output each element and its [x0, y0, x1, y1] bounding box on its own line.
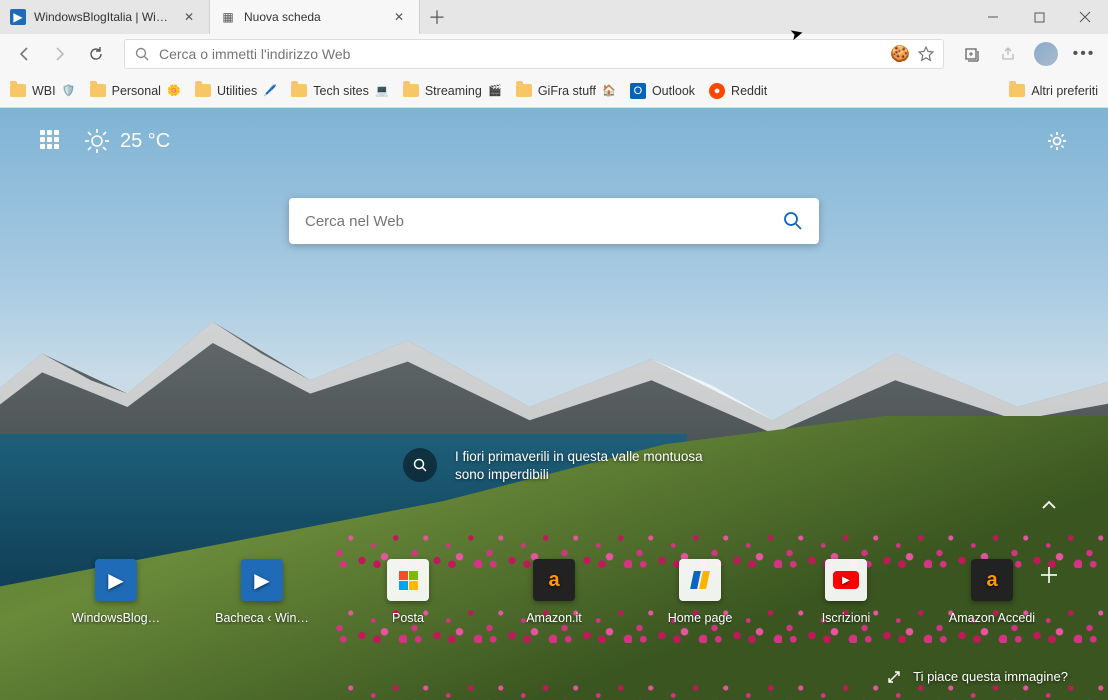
folder-icon — [90, 84, 106, 97]
tab-0[interactable]: ▶ WindowsBlogItalia | Windows, S… ✕ — [0, 0, 210, 34]
bookmark-label: Altri preferiti — [1031, 84, 1098, 98]
profile-avatar[interactable] — [1034, 42, 1058, 66]
bookmark-label: WBI — [32, 84, 56, 98]
bookmark-folder[interactable]: Personal 🌼 — [90, 84, 181, 98]
bookmarks-overflow[interactable]: Altri preferiti — [1009, 84, 1098, 98]
quick-link[interactable]: ▶ Bacheca ‹ Win… — [212, 559, 312, 625]
folder-icon — [1009, 84, 1025, 97]
bookmark-label: Outlook — [652, 84, 695, 98]
collections-button[interactable] — [956, 38, 988, 70]
nav-bar: 🍪 ••• — [0, 34, 1108, 74]
bookmark-deco-icon: 🌼 — [167, 84, 181, 98]
bookmark-folder[interactable]: WBI 🛡️ — [10, 84, 76, 98]
tile-label: Amazon Accedi — [949, 611, 1035, 625]
tile-label: Posta — [392, 611, 424, 625]
tile-label: WindowsBlog… — [72, 611, 160, 625]
bookmark-deco-icon: 🎬 — [488, 84, 502, 98]
bookmark-label: GiFra stuff — [538, 84, 596, 98]
bookmark-link[interactable]: O Outlook — [630, 83, 695, 99]
search-icon — [133, 45, 151, 63]
close-window-button[interactable] — [1062, 0, 1108, 34]
quick-link[interactable]: Posta — [358, 559, 458, 625]
tab-title: Nuova scheda — [244, 10, 384, 24]
bookmark-folder[interactable]: Utilities 🖊️ — [195, 84, 277, 98]
folder-icon — [516, 84, 532, 97]
quick-link[interactable]: a Amazon Accedi — [942, 559, 1042, 625]
maximize-button[interactable] — [1016, 0, 1062, 34]
quick-link[interactable]: Home page — [650, 559, 750, 625]
tab-favicon: ▶ — [10, 9, 26, 25]
image-feedback-text: Ti piace questa immagine? — [913, 669, 1068, 684]
bookmark-deco-icon: 🖊️ — [263, 84, 277, 98]
share-button[interactable] — [992, 38, 1024, 70]
tile-icon: a — [971, 559, 1013, 601]
add-tile-button[interactable] — [1034, 560, 1064, 590]
new-tab-button[interactable]: ＋ — [420, 0, 454, 34]
expand-icon — [887, 670, 901, 684]
bookmark-link[interactable]: ● Reddit — [709, 83, 767, 99]
bookmark-label: Streaming — [425, 84, 482, 98]
sun-icon — [84, 128, 110, 154]
search-icon — [403, 448, 437, 482]
title-bar: ▶ WindowsBlogItalia | Windows, S… ✕ ▦ Nu… — [0, 0, 1108, 34]
weather-widget[interactable]: 25 °C — [84, 128, 170, 154]
tile-icon: ▶ — [825, 559, 867, 601]
settings-gear-icon[interactable] — [1046, 130, 1068, 152]
tab-title: WindowsBlogItalia | Windows, S… — [34, 10, 174, 24]
folder-icon — [195, 84, 211, 97]
bookmark-label: Tech sites — [313, 84, 369, 98]
bookmark-deco-icon: 🛡️ — [62, 84, 76, 98]
quick-link[interactable]: ▶ Iscrizioni — [796, 559, 896, 625]
web-search-input[interactable] — [305, 213, 783, 230]
outlook-icon: O — [630, 83, 646, 99]
bookmark-label: Personal — [112, 84, 161, 98]
refresh-button[interactable] — [80, 38, 112, 70]
tile-icon — [387, 559, 429, 601]
tile-label: Iscrizioni — [822, 611, 871, 625]
bookmarks-bar: WBI🛡️ Personal🌼 Utilities🖊️ Tech sites💻 … — [0, 74, 1108, 108]
tile-icon: ▶ — [95, 559, 137, 601]
tile-icon: ▶ — [241, 559, 283, 601]
quick-link[interactable]: a Amazon.it — [504, 559, 604, 625]
tile-label: Bacheca ‹ Win… — [215, 611, 309, 625]
tile-icon — [679, 559, 721, 601]
weather-temp: 25 °C — [120, 130, 170, 153]
tile-label: Home page — [668, 611, 733, 625]
new-tab-content: 25 °C I fiori primaverili in questa vall… — [0, 108, 1108, 700]
apps-grid-icon[interactable] — [40, 130, 62, 152]
favorite-icon[interactable] — [917, 45, 935, 63]
web-search-box[interactable] — [289, 198, 819, 244]
more-button[interactable]: ••• — [1068, 38, 1100, 70]
tab-1[interactable]: ▦ Nuova scheda ✕ — [210, 0, 420, 34]
tab-favicon: ▦ — [220, 9, 236, 25]
reddit-icon: ● — [709, 83, 725, 99]
bookmark-folder[interactable]: Streaming 🎬 — [403, 84, 502, 98]
close-tab-icon[interactable]: ✕ — [182, 10, 196, 24]
address-bar[interactable]: 🍪 — [124, 39, 944, 69]
bookmark-label: Reddit — [731, 84, 767, 98]
address-input[interactable] — [159, 46, 883, 62]
folder-icon — [10, 84, 26, 97]
image-feedback[interactable]: Ti piace questa immagine? — [887, 669, 1068, 684]
bookmark-folder[interactable]: Tech sites 💻 — [291, 84, 389, 98]
back-button[interactable] — [8, 38, 40, 70]
folder-icon — [291, 84, 307, 97]
bookmark-label: Utilities — [217, 84, 257, 98]
minimize-button[interactable] — [970, 0, 1016, 34]
close-tab-icon[interactable]: ✕ — [392, 10, 406, 24]
tile-icon: a — [533, 559, 575, 601]
bookmark-deco-icon: 💻 — [375, 84, 389, 98]
folder-icon — [403, 84, 419, 97]
adblock-icon[interactable]: 🍪 — [891, 45, 909, 63]
image-caption[interactable]: I fiori primaverili in questa valle mont… — [403, 448, 705, 484]
search-icon[interactable] — [783, 211, 803, 231]
quick-links: ▶ WindowsBlog… ▶ Bacheca ‹ Win… Posta a Ama… — [0, 559, 1108, 625]
quick-link[interactable]: ▶ WindowsBlog… — [66, 559, 166, 625]
bookmark-folder[interactable]: GiFra stuff 🏠 — [516, 84, 616, 98]
forward-button[interactable] — [44, 38, 76, 70]
tile-label: Amazon.it — [526, 611, 582, 625]
bookmark-deco-icon: 🏠 — [602, 84, 616, 98]
scroll-up-icon[interactable] — [1034, 490, 1064, 520]
caption-text: I fiori primaverili in questa valle mont… — [455, 448, 705, 484]
